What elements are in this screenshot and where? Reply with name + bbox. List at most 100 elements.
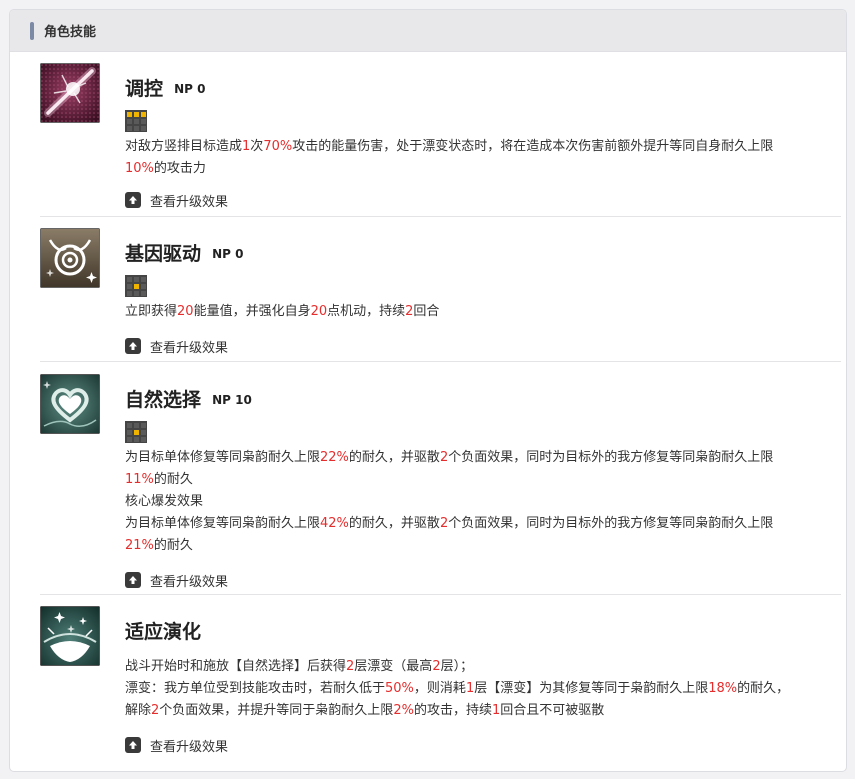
highlight-value: 42%: [320, 516, 349, 531]
description-text: 对敌方竖排目标造成: [125, 139, 243, 154]
description-text: 的耐久: [153, 472, 193, 487]
description-text: ，则消耗: [413, 681, 466, 696]
description-text: 攻击的能量伤害，处于漂变状态时，将在造成本次伤害前额外提升等同自身耐久上限: [292, 139, 774, 154]
cost-cell: [141, 277, 146, 282]
description-line: 核心爆发效果: [125, 491, 841, 513]
highlight-value: 20: [310, 304, 328, 319]
cost-cell: [134, 284, 139, 289]
description-line: 解除2个负面效果，并提升等同于枭韵耐久上限2%的攻击，持续1回合且不可被驱散: [125, 700, 841, 722]
description-text: 个负面效果，同时为目标外的我方修复等同枭韵耐久上限: [448, 516, 774, 531]
view-upgrade-label: 查看升级效果: [150, 574, 229, 590]
skill-np-cost: NP 10: [212, 393, 252, 407]
energy-cost-grid-icon: [125, 110, 147, 132]
highlight-value: 50%: [385, 681, 414, 696]
description-text: 的耐久，并驱散: [348, 516, 440, 531]
skill-description: 为目标单体修复等同枭韵耐久上限22%的耐久，并驱散2个负面效果，同时为目标外的我…: [125, 447, 841, 557]
arrow-up-icon: [125, 737, 141, 753]
description-text: 的耐久，: [737, 681, 790, 696]
target-emblem-icon: [40, 228, 100, 288]
cost-cell: [141, 437, 146, 442]
cost-cell: [141, 423, 146, 428]
cost-cell: [134, 291, 139, 296]
skill-np-cost: NP 0: [212, 247, 244, 261]
description-line: 21%的耐久: [125, 535, 841, 557]
cost-cell: [127, 430, 132, 435]
description-text: 的耐久: [153, 538, 193, 553]
heart-icon: [40, 374, 100, 434]
cost-cell: [134, 112, 139, 117]
highlight-value: 1: [491, 703, 501, 718]
highlight-value: 2%: [393, 703, 414, 718]
skills-panel: 角色技能 调控 NP 0 对敌方竖排目标造成1次70%攻击的能量伤害，处于漂变状…: [9, 9, 847, 772]
skill-item: 适应演化 战斗开始时和施放【自然选择】后获得2层漂变（最高2层）； 漂变：我方单位…: [40, 606, 841, 756]
cost-cell: [127, 437, 132, 442]
cost-cell: [134, 119, 139, 124]
skill-description: 对敌方竖排目标造成1次70%攻击的能量伤害，处于漂变状态时，将在造成本次伤害前额…: [125, 136, 841, 180]
cost-cell: [141, 112, 146, 117]
energy-cost-grid-icon: [125, 421, 147, 443]
view-upgrade-button[interactable]: 查看升级效果: [125, 735, 841, 755]
description-text: 点机动，持续: [327, 304, 406, 319]
panel-title: 角色技能: [44, 25, 97, 40]
view-upgrade-button[interactable]: 查看升级效果: [125, 190, 841, 210]
description-text: 核心爆发效果: [125, 494, 204, 509]
cost-cell: [127, 291, 132, 296]
description-text: 能量值，并强化自身: [193, 304, 311, 319]
view-upgrade-button[interactable]: 查看升级效果: [125, 336, 841, 356]
skill-name: 适应演化: [125, 621, 202, 643]
arrow-up-icon: [125, 338, 141, 354]
view-upgrade-label: 查看升级效果: [150, 194, 229, 210]
cost-cell: [141, 291, 146, 296]
description-line: 漂变：我方单位受到技能攻击时，若耐久低于50%，则消耗1层【漂变】为其修复等同于…: [125, 678, 841, 700]
description-text: 层）；: [440, 659, 474, 674]
cost-cell: [127, 284, 132, 289]
energy-cost-grid-icon: [125, 275, 147, 297]
highlight-value: 2: [439, 450, 449, 465]
cost-cell: [127, 423, 132, 428]
skill-item: 基因驱动 NP 0 立即获得20能量值，并强化自身20点机动，持续2回合 查看升…: [40, 228, 841, 362]
description-line: 10%的攻击力: [125, 158, 841, 180]
cost-cell: [141, 119, 146, 124]
description-text: 战斗开始时和施放【自然选择】后获得: [125, 659, 347, 674]
description-line: 11%的耐久: [125, 469, 841, 491]
description-text: 的攻击力: [153, 161, 206, 176]
cost-cell: [141, 430, 146, 435]
description-text: 回合: [413, 304, 440, 319]
description-text: 为目标单体修复等同枭韵耐久上限: [125, 516, 321, 531]
view-upgrade-button[interactable]: 查看升级效果: [125, 570, 841, 590]
description-text: 解除: [125, 703, 152, 718]
description-line: 立即获得20能量值，并强化自身20点机动，持续2回合: [125, 301, 841, 323]
highlight-value: 11%: [125, 472, 154, 487]
skill-name: 基因驱动: [125, 243, 202, 265]
cost-cell: [127, 126, 132, 131]
skill-description: 立即获得20能量值，并强化自身20点机动，持续2回合: [125, 301, 841, 323]
skill-item: 自然选择 NP 10 为目标单体修复等同枭韵耐久上限22%的耐久，并驱散2个负面…: [40, 374, 841, 595]
skill-description: 战斗开始时和施放【自然选择】后获得2层漂变（最高2层）； 漂变：我方单位受到技能攻…: [125, 656, 841, 722]
cost-cell: [141, 284, 146, 289]
description-line: 为目标单体修复等同枭韵耐久上限42%的耐久，并驱散2个负面效果，同时为目标外的我…: [125, 513, 841, 535]
highlight-value: 20: [177, 304, 194, 319]
highlight-value: 21%: [125, 538, 154, 553]
description-text: 次: [250, 139, 264, 154]
highlight-value: 2: [439, 516, 449, 531]
skill-name: 调控: [125, 78, 164, 100]
highlight-value: 2: [432, 659, 441, 674]
cost-cell: [127, 112, 132, 117]
description-text: 个负面效果，并提升等同于枭韵耐久上限: [159, 703, 394, 718]
cost-cell: [141, 126, 146, 131]
description-text: 漂变：我方单位受到技能攻击时，若耐久低于: [125, 681, 386, 696]
arrow-up-icon: [125, 572, 141, 588]
cost-cell: [127, 119, 132, 124]
description-line: 为目标单体修复等同枭韵耐久上限22%的耐久，并驱散2个负面效果，同时为目标外的我…: [125, 447, 841, 469]
cost-cell: [134, 126, 139, 131]
light-beam-icon: [40, 63, 100, 123]
panel-header: 角色技能: [10, 10, 846, 52]
description-text: 立即获得: [125, 304, 178, 319]
description-text: 层【漂变】为其修复等同于枭韵耐久上限: [474, 681, 709, 696]
view-upgrade-label: 查看升级效果: [150, 739, 229, 755]
skill-np-cost: NP 0: [174, 82, 206, 96]
description-line: 战斗开始时和施放【自然选择】后获得2层漂变（最高2层）；: [125, 656, 841, 678]
cost-cell: [127, 277, 132, 282]
cost-cell: [134, 277, 139, 282]
description-text: 的攻击，持续: [413, 703, 492, 718]
